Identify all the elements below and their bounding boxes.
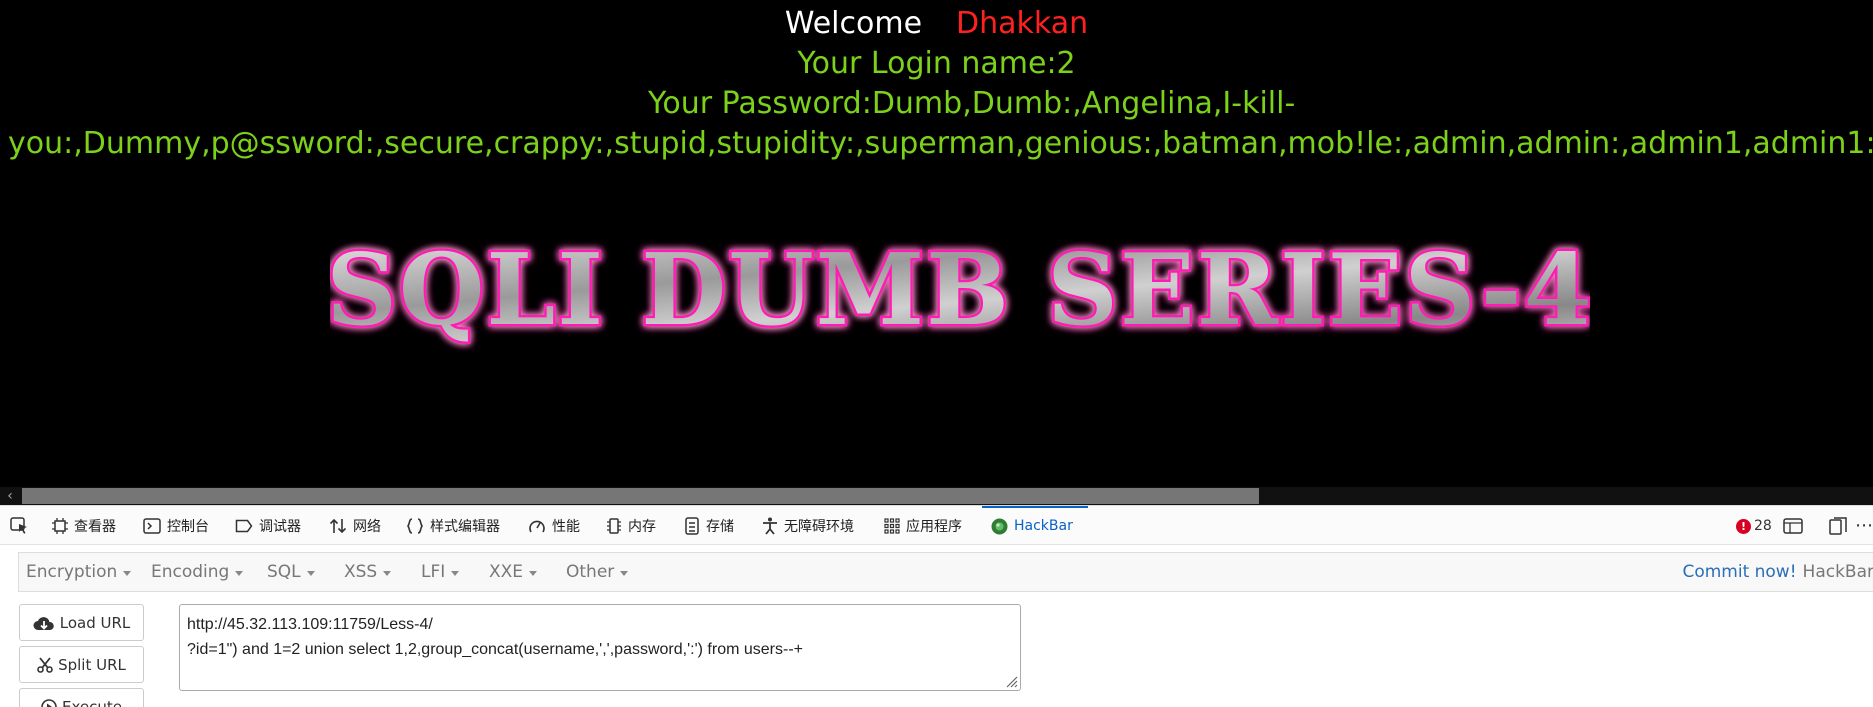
tab-performance[interactable]: 性能 [528, 506, 580, 546]
tab-debugger[interactable]: 调试器 [235, 506, 301, 546]
menu-label: Encoding [151, 562, 230, 582]
debugger-icon [235, 519, 253, 533]
menu-lfi[interactable]: LFI [421, 553, 460, 591]
tab-label: 网络 [353, 519, 381, 535]
responsive-design-icon[interactable] [1783, 518, 1803, 534]
password-line-continued: you:,Dummy,p@ssword:,secure,crappy:,stup… [8, 126, 1873, 161]
tab-label: 存储 [706, 519, 734, 535]
tab-storage[interactable]: 存储 [684, 506, 734, 546]
menu-xss[interactable]: XSS [344, 553, 392, 591]
error-count: 28 [1754, 518, 1772, 534]
devtools-toolbar: 查看器 控制台 调试器 网络 样式编辑器 性能 内存 存储 无障碍环境 应用程序… [0, 505, 1873, 545]
dock-side-icon[interactable] [1829, 517, 1847, 535]
browser-window: Welcome Dhakkan Your Login name:2 Your Pa… [0, 0, 1873, 707]
chevron-down-icon [235, 570, 244, 576]
storage-icon [685, 517, 699, 535]
hackbar-icon [991, 518, 1008, 534]
welcome-name: Dhakkan [956, 6, 1089, 41]
url-line-2: ?id=1") and 1=2 union select 1,2,group_c… [187, 641, 803, 658]
inspector-icon [52, 518, 68, 534]
accessibility-icon [763, 517, 777, 535]
network-icon [329, 518, 347, 534]
error-count-badge[interactable]: ! 28 [1736, 506, 1772, 546]
tab-label: 样式编辑器 [430, 519, 500, 535]
split-url-button[interactable]: Split URL [19, 646, 144, 683]
chevron-down-icon [306, 570, 315, 576]
scroll-left-arrow-icon[interactable]: ‹ [2, 487, 18, 505]
hackbar-brand: HackBar [1802, 562, 1873, 582]
resize-grip-icon[interactable] [1004, 674, 1018, 688]
play-icon [41, 698, 57, 707]
tab-label: HackBar [1014, 518, 1073, 534]
tab-network[interactable]: 网络 [329, 506, 381, 546]
menu-label: LFI [421, 562, 446, 582]
tab-accessibility[interactable]: 无障碍环境 [762, 506, 854, 546]
devtools-panel: 查看器 控制台 调试器 网络 样式编辑器 性能 内存 存储 无障碍环境 应用程序… [0, 505, 1873, 707]
tab-label: 查看器 [74, 519, 116, 535]
chevron-down-icon [529, 570, 538, 576]
chevron-down-icon [451, 570, 460, 576]
tab-memory[interactable]: 内存 [606, 506, 656, 546]
commit-now-link[interactable]: Commit now! [1682, 562, 1796, 582]
chevron-down-icon [620, 570, 629, 576]
load-url-label: Load URL [59, 613, 131, 632]
scrollbar-thumb[interactable] [22, 488, 1259, 504]
welcome-line: Welcome Dhakkan [0, 4, 1873, 44]
menu-label: SQL [267, 562, 301, 582]
banner-text: SQLI DUMB SERIES-4 [330, 233, 1590, 348]
url-textarea[interactable]: http://45.32.113.109:11759/Less-4/ ?id=1… [179, 604, 1021, 691]
login-name-line: Your Login name:2 [797, 46, 1076, 81]
element-picker-icon[interactable] [10, 517, 30, 535]
url-line-1: http://45.32.113.109:11759/Less-4/ [187, 616, 433, 633]
more-options-icon[interactable]: ⋯ [1855, 517, 1873, 535]
load-url-button[interactable]: Load URL [19, 604, 144, 641]
console-icon [143, 518, 161, 534]
commit-now-area: Commit now! HackBar [1682, 553, 1873, 591]
tab-hackbar[interactable]: HackBar [991, 506, 1073, 546]
scissors-icon [37, 656, 53, 673]
execute-button[interactable]: Execute [19, 688, 144, 707]
chevron-down-icon [383, 570, 392, 576]
menu-other[interactable]: Other [566, 553, 629, 591]
error-icon: ! [1736, 518, 1751, 534]
menu-sql[interactable]: SQL [267, 553, 315, 591]
horizontal-scrollbar[interactable]: ‹ [0, 487, 1873, 505]
chevron-down-icon [123, 570, 132, 576]
welcome-label: Welcome [784, 6, 923, 41]
tab-style-editor[interactable]: 样式编辑器 [406, 506, 500, 546]
application-icon [884, 518, 900, 534]
tab-console[interactable]: 控制台 [143, 506, 209, 546]
menu-label: Other [566, 562, 615, 582]
split-url-label: Split URL [58, 655, 126, 674]
sqli-dumb-series-banner: SQLI DUMB SERIES-4 [330, 232, 1590, 351]
menu-encoding[interactable]: Encoding [151, 553, 244, 591]
cloud-download-icon [33, 616, 54, 630]
tab-inspector[interactable]: 查看器 [52, 506, 116, 546]
tab-label: 性能 [552, 519, 580, 535]
tab-label: 应用程序 [906, 519, 962, 535]
execute-label: Execute [62, 697, 122, 707]
hackbar-menu: Encryption Encoding SQL XSS LFI XXE Othe… [18, 552, 1873, 592]
active-tab-indicator [982, 506, 1088, 508]
tab-label: 无障碍环境 [784, 519, 854, 535]
memory-icon [607, 518, 621, 534]
tab-label: 调试器 [259, 519, 301, 535]
page-viewport: Welcome Dhakkan Your Login name:2 Your Pa… [0, 0, 1873, 505]
tab-label: 控制台 [167, 519, 209, 535]
tab-label: 内存 [628, 519, 656, 535]
performance-icon [529, 520, 545, 533]
style-editor-icon [407, 518, 423, 534]
menu-encryption[interactable]: Encryption [26, 553, 132, 591]
menu-label: XXE [489, 562, 524, 582]
password-line: Your Password:Dumb,Dumb:,Angelina,I-kill… [648, 86, 1296, 121]
menu-label: XSS [344, 562, 378, 582]
tab-application[interactable]: 应用程序 [884, 506, 962, 546]
menu-xxe[interactable]: XXE [489, 553, 538, 591]
menu-label: Encryption [26, 562, 118, 582]
